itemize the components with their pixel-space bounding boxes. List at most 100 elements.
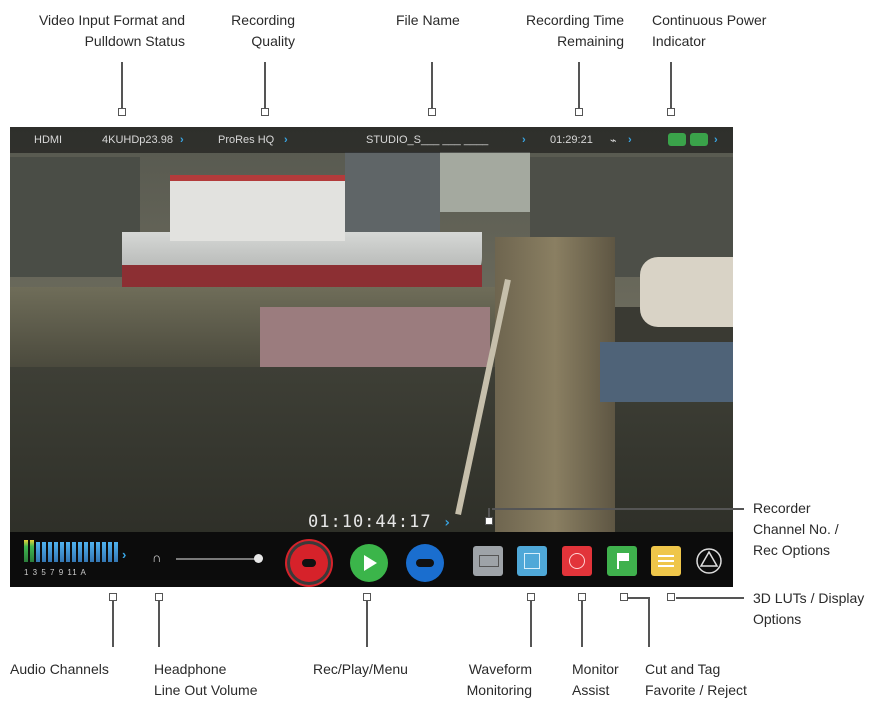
callout-file-name: File Name xyxy=(396,12,460,28)
audio-meter xyxy=(30,540,34,562)
audio-meter xyxy=(96,542,100,562)
monitor-assist-icon xyxy=(524,553,540,569)
power-indicator-icon[interactable] xyxy=(668,133,686,146)
audio-meter xyxy=(54,542,58,562)
scene-blue-plank xyxy=(600,342,733,402)
play-button[interactable] xyxy=(350,544,388,582)
leader-line xyxy=(492,508,744,510)
leader-line xyxy=(431,62,433,108)
scene-boat-cabin xyxy=(170,175,345,241)
leader-line xyxy=(530,601,532,647)
audio-channel-numbers: 1 3 5 7 9 11 A xyxy=(24,568,87,577)
focus-assist-button[interactable] xyxy=(562,546,592,576)
menu-button[interactable] xyxy=(406,544,444,582)
leader-line xyxy=(158,601,160,647)
leader-marker xyxy=(363,593,371,601)
chevron-right-icon: › xyxy=(714,134,718,146)
waveform-button[interactable] xyxy=(473,546,503,576)
codec-label[interactable]: ProRes HQ xyxy=(218,134,274,146)
audio-meter xyxy=(72,542,76,562)
leader-line xyxy=(112,601,114,647)
focus-target-icon xyxy=(569,553,585,569)
volume-slider[interactable] xyxy=(176,558,262,560)
scene-painted-plank xyxy=(260,307,490,367)
callout-monitor-assist: Monitor Assist xyxy=(572,661,619,698)
waveform-icon xyxy=(479,555,499,567)
leader-line xyxy=(578,62,580,108)
leader-marker xyxy=(527,593,535,601)
leader-line xyxy=(648,597,650,647)
scene-building xyxy=(345,152,440,232)
leader-line xyxy=(121,62,123,108)
time-remaining[interactable]: 01:29:21 xyxy=(550,134,593,146)
scene-wooden-post xyxy=(495,237,615,537)
luts-display-button[interactable] xyxy=(651,546,681,576)
callout-audio-channels: Audio Channels xyxy=(10,661,109,677)
leader-marker xyxy=(118,108,126,116)
audio-meter xyxy=(24,540,28,562)
chevron-right-icon: › xyxy=(122,547,127,562)
leader-marker xyxy=(428,108,436,116)
battery-icon: ⌁ xyxy=(610,135,617,147)
power-indicator-icon[interactable] xyxy=(690,133,708,146)
callout-recorder-channel: Recorder Channel No. / Rec Options xyxy=(753,500,839,558)
list-icon xyxy=(658,555,674,557)
callout-recording-quality: Recording Quality xyxy=(231,12,295,49)
input-format[interactable]: 4KUHDp23.98 xyxy=(102,134,173,146)
flag-icon xyxy=(619,553,629,561)
timecode[interactable]: 01:10:44:17 › xyxy=(308,512,452,532)
tag-button[interactable] xyxy=(607,546,637,576)
audio-meter xyxy=(36,542,40,562)
audio-meter xyxy=(90,542,94,562)
leader-marker xyxy=(261,108,269,116)
chevron-right-icon: › xyxy=(522,134,526,146)
headphone-icon[interactable]: ∩ xyxy=(152,550,161,565)
play-icon xyxy=(364,555,377,571)
audio-meter xyxy=(102,542,106,562)
audio-meter xyxy=(48,542,52,562)
callout-headphone: Headphone Line Out Volume xyxy=(154,661,258,698)
audio-meter xyxy=(42,542,46,562)
leader-marker xyxy=(575,108,583,116)
record-button[interactable] xyxy=(290,544,328,582)
scene-building xyxy=(10,157,140,277)
leader-marker xyxy=(155,593,163,601)
scene-boat-stripe xyxy=(122,265,482,287)
scene-sky xyxy=(440,152,530,212)
audio-meter xyxy=(84,542,88,562)
status-bar: HDMI 4KUHDp23.98 › ProRes HQ › STUDIO_S_… xyxy=(10,127,733,153)
menu-icon xyxy=(416,559,434,567)
file-name-label[interactable]: STUDIO_S___ ___ ____ xyxy=(366,134,488,146)
volume-slider-handle[interactable] xyxy=(254,554,263,563)
control-bar: 1 3 5 7 9 11 A › ∩ xyxy=(10,532,733,587)
leader-line xyxy=(670,62,672,108)
scene-white-pipe xyxy=(640,257,733,327)
leader-marker xyxy=(109,593,117,601)
atomos-logo-icon[interactable] xyxy=(694,546,724,576)
input-label[interactable]: HDMI xyxy=(34,134,62,146)
callout-waveform: Waveform Monitoring xyxy=(466,661,532,698)
audio-meter xyxy=(108,542,112,562)
monitor-assist-button[interactable] xyxy=(517,546,547,576)
leader-marker xyxy=(578,593,586,601)
callout-video-input: Video Input Format and Pulldown Status xyxy=(38,12,185,49)
leader-marker xyxy=(667,108,675,116)
audio-meter xyxy=(114,542,118,562)
callout-recording-time: Recording Time Remaining xyxy=(525,12,624,49)
chevron-right-icon: › xyxy=(628,134,632,146)
audio-meter xyxy=(66,542,70,562)
leader-line xyxy=(366,601,368,647)
monitor-screen: HDMI 4KUHDp23.98 › ProRes HQ › STUDIO_S_… xyxy=(10,127,733,587)
record-icon xyxy=(302,559,316,567)
callout-rec-play-menu: Rec/Play/Menu xyxy=(313,661,408,677)
leader-line xyxy=(676,597,744,599)
leader-marker xyxy=(485,517,493,525)
audio-meters[interactable]: 1 3 5 7 9 11 A xyxy=(24,538,124,582)
chevron-right-icon: › xyxy=(284,134,288,146)
leader-marker xyxy=(667,593,675,601)
callout-continuous-power: Continuous Power Indicator xyxy=(652,12,767,49)
chevron-right-icon: › xyxy=(442,515,453,531)
leader-line xyxy=(264,62,266,108)
callout-luts-display: 3D LUTs / Display Options xyxy=(753,590,865,627)
chevron-right-icon: › xyxy=(180,134,184,146)
